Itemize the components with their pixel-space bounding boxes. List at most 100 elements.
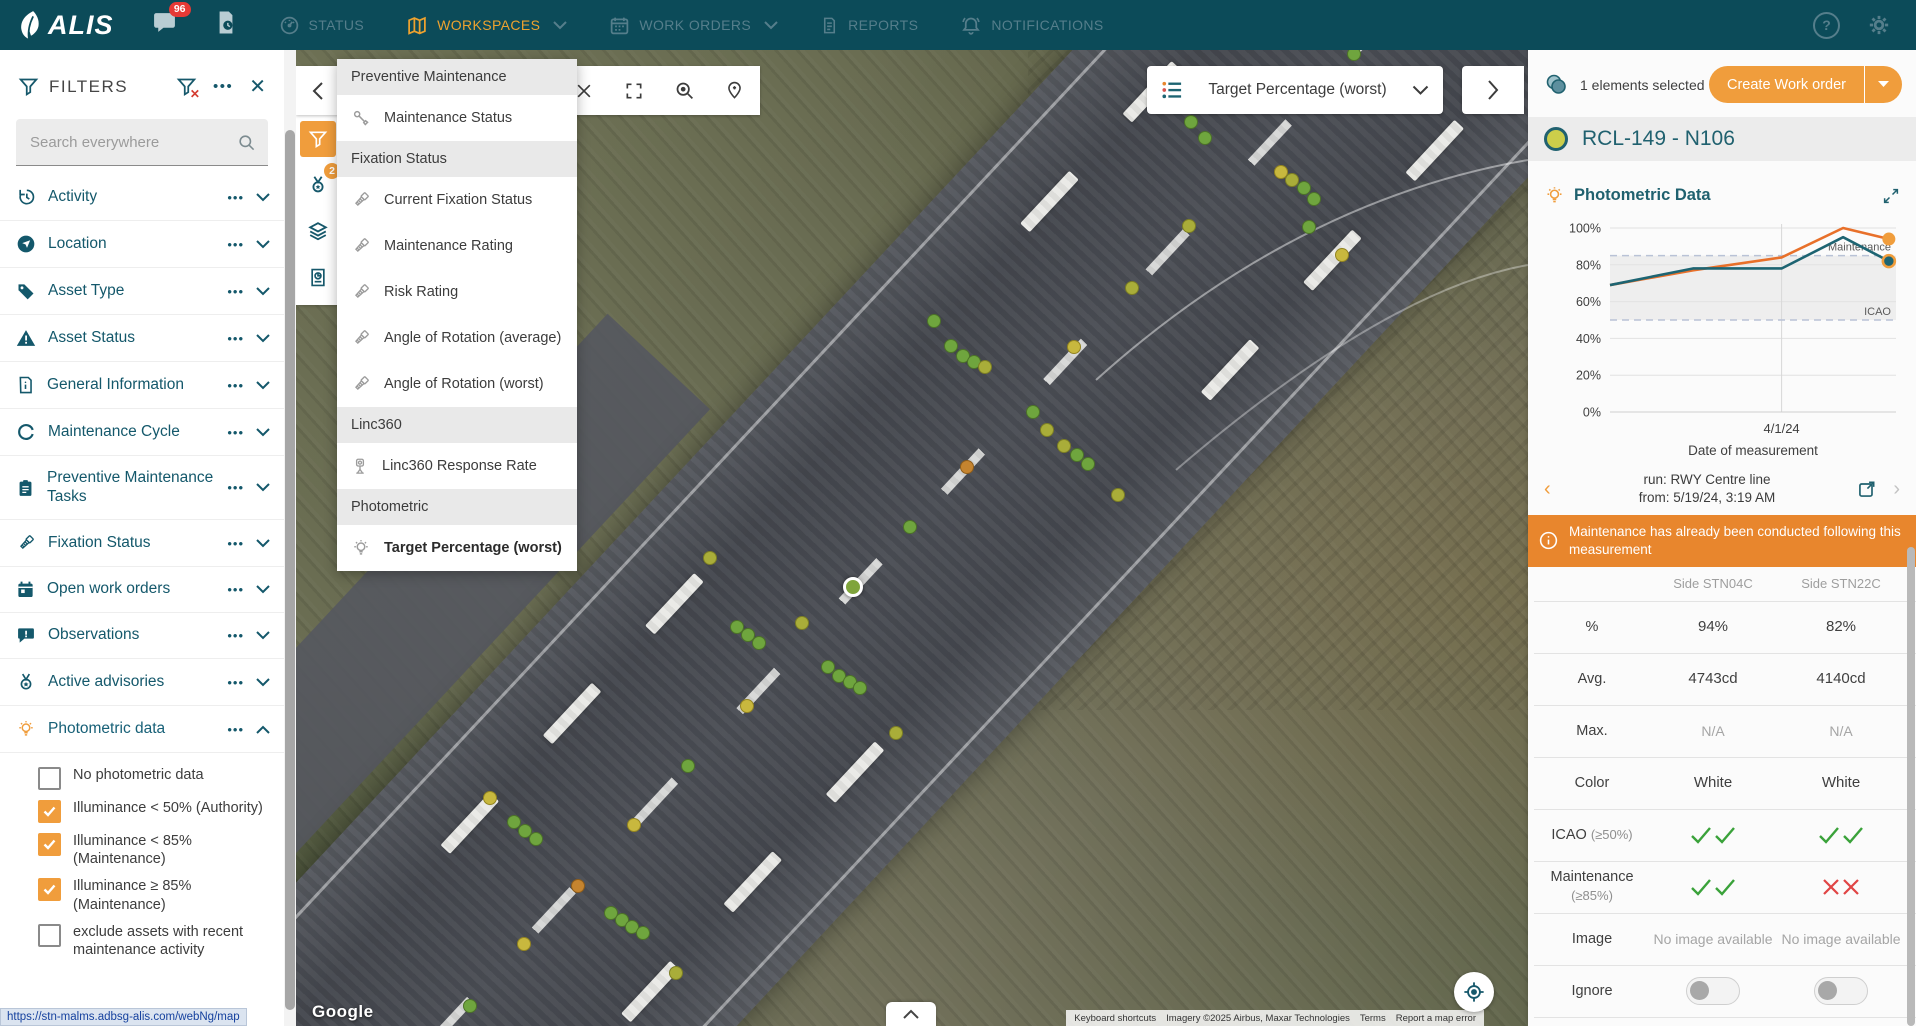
previous-run-button[interactable]: ‹: [1538, 478, 1557, 501]
checkbox[interactable]: [38, 924, 61, 947]
map-marker[interactable]: [1302, 220, 1316, 234]
alis-logo[interactable]: ALIS: [18, 10, 114, 41]
chevron-down-icon[interactable]: [256, 678, 270, 687]
map-marker[interactable]: [483, 791, 497, 805]
messages-button[interactable]: 96: [152, 10, 177, 40]
map-marker[interactable]: [1040, 423, 1054, 437]
sidebar-item-asset-type[interactable]: Asset Type•••: [0, 268, 284, 315]
locate-button[interactable]: [1454, 972, 1494, 1012]
report-map-error-link[interactable]: Report a map error: [1396, 1013, 1476, 1024]
fullscreen-icon[interactable]: [624, 80, 644, 101]
close-panel-icon[interactable]: ✕: [249, 74, 266, 99]
more-options-icon[interactable]: •••: [213, 78, 233, 95]
map-marker[interactable]: [669, 966, 683, 980]
sidebar-item-photometric-data[interactable]: Photometric data•••: [0, 706, 284, 753]
map-marker[interactable]: [1026, 405, 1040, 419]
more-options-icon[interactable]: •••: [227, 237, 244, 252]
layers-tool-button[interactable]: [300, 213, 336, 249]
dropdown-item-angle-of-rotation-worst[interactable]: Angle of Rotation (worst): [337, 361, 577, 407]
sidebar-item-observations[interactable]: Observations•••: [0, 613, 284, 659]
filter-option-illuminance-50-authority[interactable]: Illuminance < 50% (Authority): [38, 799, 274, 823]
chevron-down-icon[interactable]: [256, 631, 270, 640]
filter-option-exclude-assets-with-recent-maintenance-activity[interactable]: exclude assets with recent maintenance a…: [38, 923, 274, 959]
recent-reports-button[interactable]: [215, 10, 237, 40]
chevron-down-icon[interactable]: [256, 381, 270, 390]
sidebar-item-activity[interactable]: Activity•••: [0, 174, 284, 221]
expand-chart-icon[interactable]: [1882, 187, 1900, 205]
map-marker[interactable]: [636, 926, 650, 940]
map-marker[interactable]: [903, 520, 917, 534]
dropdown-item-linc360-response-rate[interactable]: Linc360 Response Rate: [337, 443, 577, 489]
more-options-icon[interactable]: •••: [227, 331, 244, 346]
sidebar-item-open-work-orders[interactable]: Open work orders•••: [0, 567, 284, 613]
chevron-down-icon[interactable]: [256, 585, 270, 594]
chevron-down-icon[interactable]: [256, 240, 270, 249]
more-options-icon[interactable]: •••: [227, 582, 244, 597]
chevron-down-icon[interactable]: [1864, 66, 1902, 103]
sidebar-item-maintenance-cycle[interactable]: Maintenance Cycle•••: [0, 409, 284, 456]
sidebar-scrollbar-thumb[interactable]: [285, 130, 295, 1010]
gear-icon[interactable]: [1868, 14, 1890, 36]
dropdown-item-risk-rating[interactable]: Risk Rating: [337, 269, 577, 315]
chevron-down-icon[interactable]: [256, 483, 270, 492]
chevron-down-icon[interactable]: [256, 287, 270, 296]
dropdown-item-angle-of-rotation-average[interactable]: Angle of Rotation (average): [337, 315, 577, 361]
more-options-icon[interactable]: •••: [227, 190, 244, 205]
more-options-icon[interactable]: •••: [227, 536, 244, 551]
chevron-down-icon[interactable]: [256, 334, 270, 343]
ignore-toggle[interactable]: [1686, 977, 1740, 1005]
terms-link[interactable]: Terms: [1360, 1013, 1386, 1024]
map-marker-selected[interactable]: [843, 577, 863, 597]
dropdown-item-maintenance-status[interactable]: Maintenance Status: [337, 95, 577, 141]
chevron-down-icon[interactable]: [256, 193, 270, 202]
sidebar-item-asset-status[interactable]: Asset Status•••: [0, 315, 284, 362]
map-marker[interactable]: [752, 636, 766, 650]
map-marker[interactable]: [944, 339, 958, 353]
display-metric-selector[interactable]: Target Percentage (worst): [1147, 66, 1443, 114]
sidebar-item-preventive-maintenance-tasks[interactable]: Preventive Maintenance Tasks•••: [0, 456, 284, 520]
chevron-up-icon[interactable]: [256, 725, 270, 734]
nav-reports[interactable]: REPORTS: [820, 15, 918, 36]
nav-work-orders[interactable]: WORK ORDERS: [609, 15, 778, 36]
next-run-button[interactable]: ›: [1887, 478, 1906, 501]
ignore-toggle[interactable]: [1814, 977, 1868, 1005]
chevron-down-icon[interactable]: [256, 428, 270, 437]
map-marker[interactable]: [740, 699, 754, 713]
collapse-sidebar-icon[interactable]: [296, 82, 340, 100]
pin-add-icon[interactable]: [725, 80, 744, 101]
checkbox[interactable]: [38, 767, 61, 790]
chevron-down-icon[interactable]: [256, 539, 270, 548]
map-marker[interactable]: [1067, 340, 1081, 354]
checkbox[interactable]: [38, 833, 61, 856]
panel-scrollbar-thumb[interactable]: [1907, 547, 1915, 1026]
map-marker[interactable]: [795, 616, 809, 630]
keyboard-shortcuts-link[interactable]: Keyboard shortcuts: [1074, 1013, 1156, 1024]
report-tool-button[interactable]: [300, 259, 336, 295]
filters-tool-button[interactable]: [300, 121, 336, 157]
more-options-icon[interactable]: •••: [227, 628, 244, 643]
map-marker[interactable]: [463, 999, 477, 1013]
checkbox[interactable]: [38, 878, 61, 901]
map-marker[interactable]: [1335, 248, 1349, 262]
map-marker[interactable]: [1111, 488, 1125, 502]
selected-asset-band[interactable]: RCL-149 - N106: [1528, 117, 1916, 161]
more-options-icon[interactable]: •••: [227, 425, 244, 440]
clear-filters-icon[interactable]: ✕: [176, 76, 197, 97]
search-icon[interactable]: [237, 133, 256, 152]
dropdown-item-current-fixation-status[interactable]: Current Fixation Status: [337, 177, 577, 223]
map-marker[interactable]: [1081, 457, 1095, 471]
more-options-icon[interactable]: •••: [227, 284, 244, 299]
advisories-tool-button[interactable]: 2: [300, 167, 336, 203]
map-marker[interactable]: [681, 759, 695, 773]
map-marker[interactable]: [889, 726, 903, 740]
map-marker[interactable]: [927, 314, 941, 328]
map-marker[interactable]: [1182, 219, 1196, 233]
map-marker[interactable]: [703, 551, 717, 565]
nav-status[interactable]: STATUS: [279, 15, 365, 36]
filter-option-illuminance-85-maintenance[interactable]: Illuminance < 85% (Maintenance): [38, 832, 274, 868]
sidebar-item-active-advisories[interactable]: Active advisories•••: [0, 659, 284, 706]
map-marker[interactable]: [627, 818, 641, 832]
search-input[interactable]: [28, 133, 237, 152]
dropdown-item-maintenance-rating[interactable]: Maintenance Rating: [337, 223, 577, 269]
expand-bottom-panel-button[interactable]: [886, 1002, 936, 1026]
